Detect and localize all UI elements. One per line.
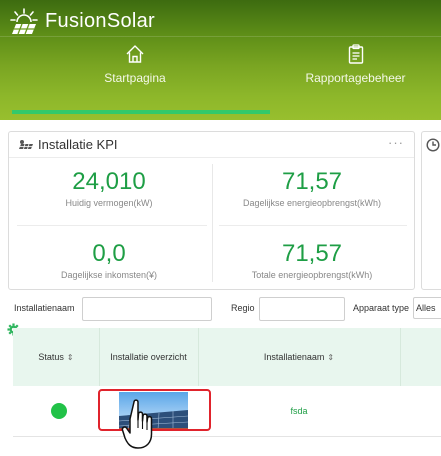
hand-pointer-icon — [121, 399, 153, 449]
home-icon — [126, 45, 144, 63]
kpi-label: Totale energieopbrengst(kWh) — [251, 270, 373, 280]
column-divider — [400, 328, 401, 386]
kpi-total-yield: 71,57 Totale energieopbrengst(kWh) — [212, 240, 412, 280]
kpi-title: Installatie KPI — [38, 137, 118, 152]
kpi-label: Huidig vermogen(kW) — [65, 198, 153, 208]
region-label: Regio — [231, 303, 255, 313]
column-header-status[interactable]: Status ⇕ — [13, 328, 99, 386]
nav-label-startpagina: Startpagina — [104, 71, 166, 85]
fusionsolar-logo-icon — [10, 8, 38, 35]
region-input[interactable] — [259, 297, 345, 321]
clock-icon — [426, 138, 440, 152]
top-header: FusionSolar Startpagina Rapportagebeheer — [0, 0, 441, 120]
kpi-label: Dagelijkse energieopbrengst(kWh) — [242, 198, 382, 208]
device-type-label: Apparaat type — [353, 303, 410, 313]
device-type-select[interactable]: Alles — [413, 297, 441, 319]
kpi-label: Dagelijkse inkomsten(¥) — [60, 270, 158, 280]
kpi-value: 0,0 — [92, 240, 126, 267]
column-label: Installatie overzicht — [110, 352, 187, 362]
kpi-card-header: Installatie KPI ··· — [9, 132, 414, 158]
brand[interactable]: FusionSolar — [9, 6, 155, 36]
nav-label-rapportagebeheer: Rapportagebeheer — [305, 71, 406, 85]
column-label: Status — [38, 352, 64, 362]
kpi-card: Installatie KPI ··· 24,010 Huidig vermog… — [8, 131, 415, 290]
side-card — [421, 131, 441, 290]
sort-icon[interactable]: ⇕ — [67, 353, 74, 362]
app-name: FusionSolar — [45, 9, 156, 32]
kpi-daily-yield: 71,57 Dagelijkse energieopbrengst(kWh) — [212, 168, 412, 208]
installation-name-label: Installatienaam — [14, 303, 75, 313]
report-clipboard-icon — [348, 44, 363, 64]
kpi-current-power: 24,010 Huidig vermogen(kW) — [9, 168, 209, 208]
kpi-daily-income: 0,0 Dagelijkse inkomsten(¥) — [9, 240, 209, 280]
filter-bar: Installatienaam Regio Apparaat type Alle… — [0, 297, 441, 321]
nav-rapportagebeheer[interactable]: Rapportagebeheer — [270, 44, 441, 114]
kpi-divider-horizontal — [17, 225, 207, 226]
installation-name-input[interactable] — [82, 297, 212, 321]
column-header-overview: Installatie overzicht — [99, 328, 198, 386]
kpi-value: 71,57 — [281, 168, 343, 195]
kpi-divider-horizontal — [219, 225, 407, 226]
more-options-icon[interactable]: ··· — [388, 135, 404, 150]
nav-active-indicator — [12, 110, 270, 114]
kpi-value: 24,010 — [72, 168, 146, 195]
column-label: Installatienaam — [263, 352, 325, 362]
kpi-value: 71,57 — [281, 240, 343, 267]
table-header: Status ⇕ Installatie overzicht Installati… — [13, 328, 441, 386]
sort-icon[interactable]: ⇕ — [327, 353, 334, 362]
nav-startpagina[interactable]: Startpagina — [0, 44, 270, 114]
installation-name-link[interactable]: fsda — [198, 386, 400, 436]
solar-panel-icon — [19, 140, 33, 150]
table-row[interactable]: fsda — [13, 386, 441, 437]
header-divider — [0, 36, 441, 37]
column-header-installation-name[interactable]: Installatienaam ⇕ — [198, 328, 400, 386]
status-indicator — [51, 403, 67, 419]
